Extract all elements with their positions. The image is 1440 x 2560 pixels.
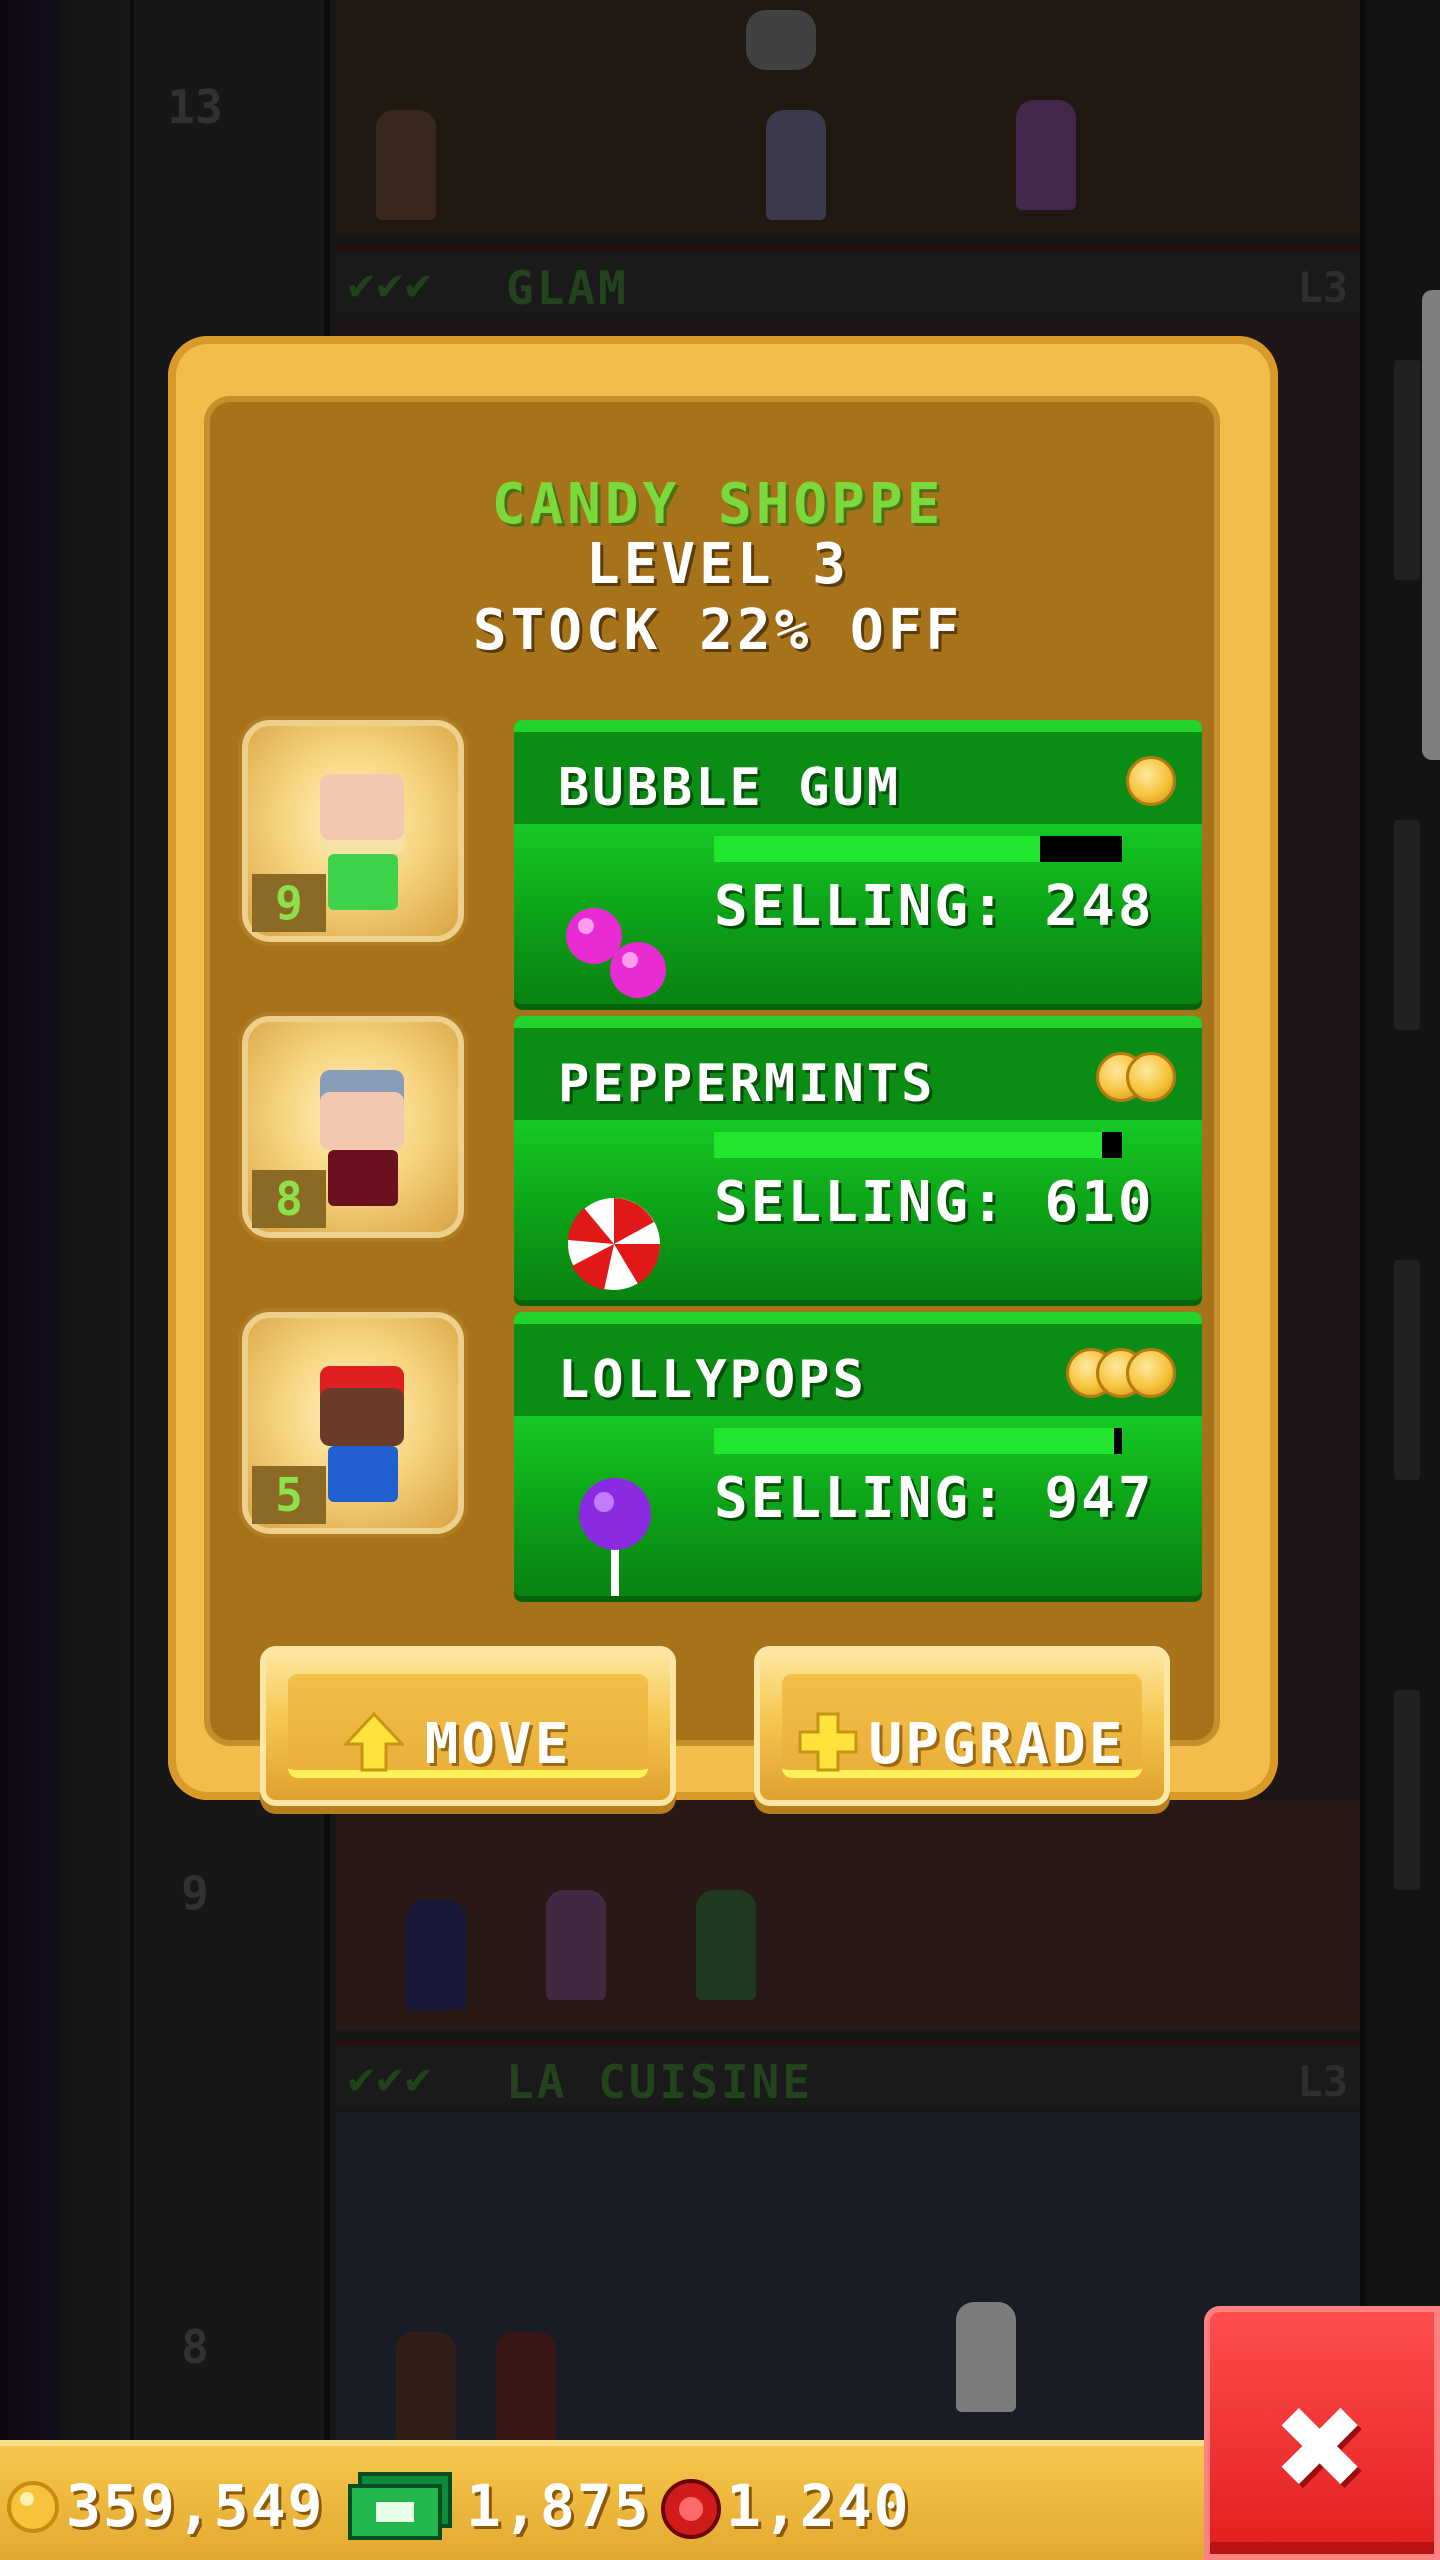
bux-value: 1,875	[466, 2472, 651, 2540]
resource-bar: 359,549 1,875 1,240	[0, 2440, 1204, 2560]
worker-avatar	[320, 1366, 404, 1446]
worker-shirt	[328, 1150, 398, 1206]
product-name: PEPPERMINTS	[558, 1054, 936, 1114]
close-icon: ✖	[1276, 2360, 1368, 2534]
stock-progress-fill	[714, 1132, 1102, 1158]
stock-progress-fill	[714, 836, 1041, 862]
shop-title: CANDY SHOPPE	[491, 472, 945, 537]
coin-icon	[1126, 1348, 1176, 1398]
product-name: LOLLYPOPS	[558, 1350, 867, 1410]
move-button-face: MOVE	[288, 1674, 648, 1778]
move-button-label: MOVE	[424, 1712, 572, 1777]
worker-slot-1[interactable]: 9	[242, 720, 464, 942]
product-name: BUBBLE GUM	[558, 758, 902, 818]
tokens-value: 1,240	[726, 2472, 911, 2540]
upgrade-button-face: UPGRADE	[782, 1674, 1142, 1778]
product-body: SELLING: 947	[514, 1416, 1202, 1596]
stock-progress-fill	[714, 1428, 1114, 1454]
upgrade-button-label: UPGRADE	[868, 1712, 1126, 1777]
stock-progress-bar	[714, 836, 1122, 862]
coin-icon	[1126, 1052, 1176, 1102]
token-icon	[661, 2479, 721, 2539]
product-body: SELLING: 248	[514, 824, 1202, 1004]
product-header: LOLLYPOPS	[514, 1312, 1202, 1416]
lollypop-icon	[579, 1478, 651, 1596]
worker-avatar	[320, 774, 404, 854]
worker-shirt	[328, 854, 398, 910]
worker-level: 8	[252, 1170, 326, 1228]
shop-dialog-panel: CANDY SHOPPE LEVEL 3 STOCK 22% OFF 9 8 5…	[204, 396, 1220, 1806]
shop-dialog: CANDY SHOPPE LEVEL 3 STOCK 22% OFF 9 8 5…	[168, 336, 1278, 1806]
coin-icon	[1126, 756, 1176, 806]
coins-value: 359,549	[66, 2472, 325, 2540]
worker-avatar	[320, 1070, 404, 1150]
worker-level: 9	[252, 874, 326, 932]
upgrade-button[interactable]: UPGRADE	[754, 1646, 1170, 1806]
product-lollypops[interactable]: LOLLYPOPS SELLING: 947	[514, 1312, 1202, 1596]
selling-price: SELLING: 947	[714, 1466, 1155, 1531]
stock-discount: STOCK 22% OFF	[472, 598, 964, 663]
product-header: BUBBLE GUM	[514, 720, 1202, 824]
peppermint-icon	[568, 1198, 661, 1290]
worker-slot-2[interactable]: 8	[242, 1016, 464, 1238]
bubble-gum-icon	[566, 908, 666, 998]
move-button[interactable]: MOVE	[260, 1646, 676, 1806]
shop-level: LEVEL 3	[585, 532, 850, 597]
bux-icon	[348, 2472, 452, 2540]
product-bubble-gum[interactable]: BUBBLE GUM SELLING: 248	[514, 720, 1202, 1004]
selling-price: SELLING: 610	[714, 1170, 1155, 1235]
worker-shirt	[328, 1446, 398, 1502]
product-header: PEPPERMINTS	[514, 1016, 1202, 1120]
worker-level: 5	[252, 1466, 326, 1524]
worker-slot-3[interactable]: 5	[242, 1312, 464, 1534]
close-button[interactable]: ✖	[1204, 2306, 1440, 2560]
product-peppermints[interactable]: PEPPERMINTS SELLING: 610	[514, 1016, 1202, 1300]
stock-progress-bar	[714, 1428, 1122, 1454]
stock-progress-bar	[714, 1132, 1122, 1158]
product-body: SELLING: 610	[514, 1120, 1202, 1300]
coin-icon	[7, 2481, 59, 2533]
selling-price: SELLING: 248	[714, 874, 1155, 939]
